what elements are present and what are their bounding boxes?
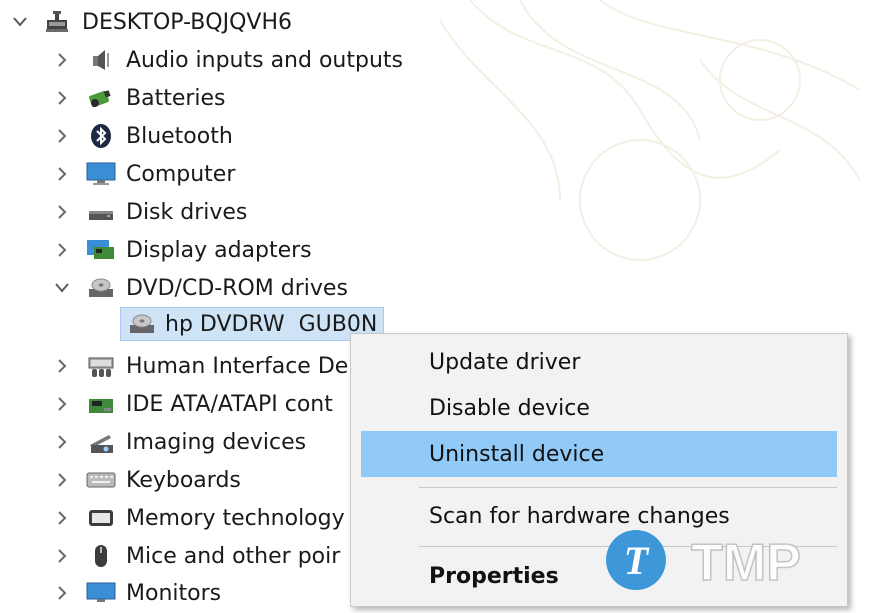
chevron-down-icon[interactable]	[10, 12, 30, 32]
tree-item-selected-device[interactable]: hp DVDRW GUB0N	[120, 306, 385, 342]
memory-icon	[86, 503, 116, 533]
tree-item-monitors[interactable]: Monitors	[52, 575, 221, 611]
selected-device-label: hp DVDRW GUB0N	[165, 311, 378, 337]
tree-item-batteries[interactable]: Batteries	[52, 80, 226, 116]
menu-item-label: Properties	[429, 563, 559, 589]
chevron-right-icon[interactable]	[52, 470, 72, 490]
menu-item-uninstall-device[interactable]: Uninstall device	[361, 431, 837, 477]
chevron-right-icon[interactable]	[52, 508, 72, 528]
tree-item-label: Computer	[126, 161, 236, 187]
chevron-right-icon[interactable]	[52, 546, 72, 566]
menu-item-label: Uninstall device	[429, 441, 605, 467]
monitor-icon	[86, 578, 116, 608]
hid-icon	[86, 351, 116, 381]
dvd-drive-icon	[86, 273, 116, 303]
tree-item-label: DVD/CD-ROM drives	[126, 275, 348, 301]
tree-item-label: IDE ATA/ATAPI cont	[126, 391, 333, 417]
tree-item-label: Memory technology	[126, 505, 345, 531]
tree-item-mice[interactable]: Mice and other poir	[52, 538, 340, 574]
tree-item-label: Monitors	[126, 580, 222, 606]
tree-item-disk-drives[interactable]: Disk drives	[52, 194, 247, 230]
tree-item-label: Display adapters	[126, 237, 312, 263]
tree-item-computer[interactable]: Computer	[52, 156, 235, 192]
tree-item-label: Mice and other poir	[126, 543, 341, 569]
imaging-icon	[86, 427, 116, 457]
tree-item-label: Disk drives	[126, 199, 248, 225]
menu-item-label: Disable device	[429, 395, 590, 421]
tree-item-ide-ata[interactable]: IDE ATA/ATAPI cont	[52, 386, 333, 422]
tree-item-memory-technology[interactable]: Memory technology	[52, 500, 345, 536]
menu-separator	[419, 487, 837, 488]
mouse-icon	[86, 541, 116, 571]
tree-item-label: Keyboards	[126, 467, 241, 493]
chevron-right-icon[interactable]	[52, 432, 72, 452]
chevron-right-icon[interactable]	[52, 126, 72, 146]
tree-item-label: Audio inputs and outputs	[126, 47, 403, 73]
ide-controller-icon	[86, 389, 116, 419]
watermark-logo-letter: T	[624, 538, 650, 583]
watermark-text: TMP	[691, 534, 801, 592]
monitor-icon	[86, 159, 116, 189]
tree-item-display-adapters[interactable]: Display adapters	[52, 232, 312, 268]
display-adapter-icon	[86, 235, 116, 265]
tree-item-label: Human Interface De	[126, 353, 349, 379]
watermark-logo: T TMP	[606, 530, 802, 593]
menu-item-update-driver[interactable]: Update driver	[351, 339, 847, 385]
chevron-right-icon[interactable]	[52, 164, 72, 184]
tree-item-bluetooth[interactable]: Bluetooth	[52, 118, 233, 154]
battery-icon	[86, 83, 116, 113]
chevron-right-icon[interactable]	[52, 394, 72, 414]
tree-item-keyboards[interactable]: Keyboards	[52, 462, 241, 498]
menu-item-label: Update driver	[429, 349, 581, 375]
tree-root[interactable]: DESKTOP-BQJQVH6	[10, 4, 292, 40]
speaker-icon	[86, 45, 116, 75]
tree-root-label: DESKTOP-BQJQVH6	[82, 9, 293, 35]
chevron-right-icon[interactable]	[52, 88, 72, 108]
chevron-right-icon[interactable]	[52, 583, 72, 603]
chevron-right-icon[interactable]	[52, 50, 72, 70]
chevron-right-icon[interactable]	[52, 202, 72, 222]
computer-network-icon	[42, 7, 72, 37]
tree-item-dvd-cd-rom-drives[interactable]: DVD/CD-ROM drives	[52, 270, 348, 306]
tree-item-human-interface[interactable]: Human Interface De	[52, 348, 348, 384]
chevron-right-icon[interactable]	[52, 240, 72, 260]
bluetooth-icon	[86, 121, 116, 151]
tree-item-audio[interactable]: Audio inputs and outputs	[52, 42, 403, 78]
chevron-right-icon[interactable]	[52, 356, 72, 376]
menu-item-disable-device[interactable]: Disable device	[351, 385, 847, 431]
dvd-drive-icon	[127, 309, 157, 339]
tree-item-label: Batteries	[126, 85, 226, 111]
tree-item-imaging-devices[interactable]: Imaging devices	[52, 424, 306, 460]
tree-item-label: Bluetooth	[126, 123, 233, 149]
keyboard-icon	[86, 465, 116, 495]
tree-item-label: Imaging devices	[126, 429, 307, 455]
chevron-down-icon[interactable]	[52, 278, 72, 298]
disk-drive-icon	[86, 197, 116, 227]
